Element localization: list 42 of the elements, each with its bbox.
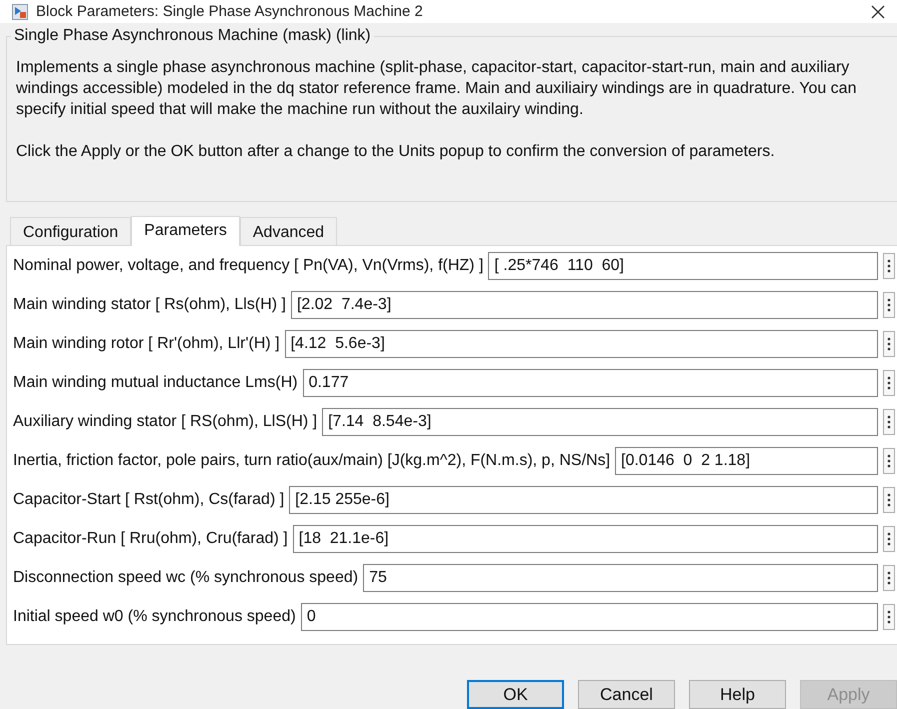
tab[interactable]: Advanced — [240, 217, 338, 245]
more-options-icon[interactable] — [883, 565, 895, 591]
input-field[interactable]: 0 — [300, 603, 878, 631]
dialog-button[interactable]: Help — [689, 680, 786, 709]
parameter-label: Main winding mutual inductance Lms(H) — [13, 374, 298, 392]
parameter-label: Disconnection speed wc (% synchronous speed) — [13, 569, 358, 587]
input-field[interactable]: [4.12 5.6e-3] — [284, 330, 878, 358]
input-field[interactable]: [18 21.1e-6] — [292, 525, 878, 553]
parameter-label: Main winding stator [ Rs(ohm), Lls(H) ] — [13, 296, 286, 314]
input-field[interactable]: 0.177 — [302, 369, 878, 397]
description-text: Click the Apply or the OK button after a change to the Units popup to confirm the conversion of parameters. — [16, 142, 776, 162]
parameter-label: Capacitor-Start [ Rst(ohm), Cs(farad) ] — [13, 491, 284, 509]
dialog-button[interactable]: Cancel — [578, 680, 675, 709]
group-title: Single Phase Asynchronous Machine (mask) (link) — [11, 27, 374, 45]
parameter-label: Inertia, friction factor, pole pairs, turn ratio(aux/main) [J(kg.m^2), F(N.m.s), p, NS/Ns] — [13, 452, 610, 470]
parameter-label: Main winding rotor [ Rr'(ohm), Llr'(H) ] — [13, 335, 280, 353]
parameter-label: Initial speed w0 (% synchronous speed) — [13, 608, 296, 626]
close-icon[interactable] — [871, 4, 885, 18]
more-options-icon[interactable] — [883, 253, 895, 279]
more-options-icon[interactable] — [883, 409, 895, 435]
more-options-icon[interactable] — [883, 604, 895, 630]
input-field[interactable]: 75 — [363, 564, 878, 592]
input-field[interactable]: [ .25*746 110 60] — [488, 252, 878, 280]
more-options-icon[interactable] — [883, 487, 895, 513]
more-options-icon[interactable] — [883, 292, 895, 318]
description-text: Implements a single phase asynchronous machine (split-phase, capacitor-start, capacitor-start-run, main and auxiliary windings accessible) modeled in the dq stator reference frame. Main and auxiliairy windings are in quadrature. You can specify initial speed that will make the machine run without the auxilairy winding. — [16, 58, 858, 120]
input-field[interactable]: [0.0146 0 2 1.18] — [615, 447, 878, 475]
tab[interactable]: Parameters — [131, 216, 240, 246]
more-options-icon[interactable] — [883, 448, 895, 474]
window-title: Block Parameters: Single Phase Asynchronous Machine 2 — [36, 3, 424, 20]
parameter-label: Nominal power, voltage, and frequency [ Pn(VA), Vn(Vrms), f(HZ) ] — [13, 257, 484, 275]
input-field[interactable]: [7.14 8.54e-3] — [322, 408, 878, 436]
input-field[interactable]: [2.15 255e-6] — [289, 486, 878, 514]
more-options-icon[interactable] — [883, 370, 895, 396]
tab[interactable]: Configuration — [10, 217, 132, 245]
parameter-label: Auxiliary winding stator [ RS(ohm), LlS(H) ] — [13, 413, 318, 431]
block-icon — [12, 4, 28, 20]
parameter-label: Capacitor-Run [ Rru(ohm), Cru(farad) ] — [13, 530, 288, 548]
more-options-icon[interactable] — [883, 526, 895, 552]
dialog-button[interactable]: OK — [467, 680, 564, 709]
input-field[interactable]: [2.02 7.4e-3] — [290, 291, 878, 319]
more-options-icon[interactable] — [883, 331, 895, 357]
